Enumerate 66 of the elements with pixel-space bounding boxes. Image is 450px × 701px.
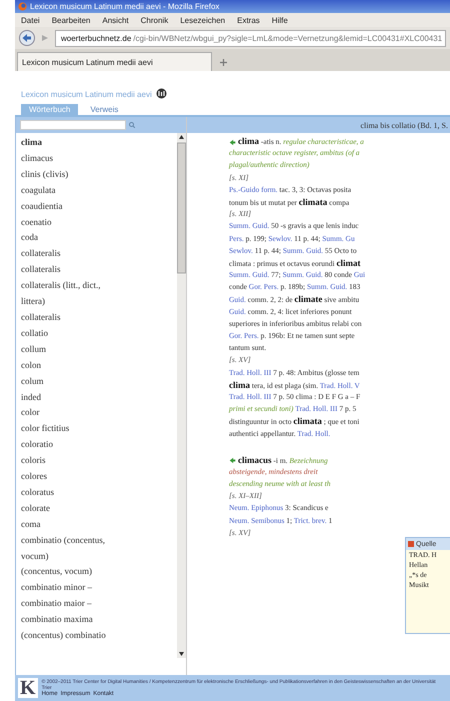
- window-title: Lexicon musicum Latinum medii aevi - Mozilla Firefox: [30, 2, 220, 11]
- lemma-link[interactable]: collateralis: [21, 246, 172, 262]
- lemma-link[interactable]: combinatio (concentus,: [21, 532, 172, 549]
- lemma-link[interactable]: colum: [21, 374, 172, 390]
- arrow-icon: [229, 457, 236, 464]
- lemma-link[interactable]: collatio: [21, 326, 172, 342]
- lemma-link[interactable]: colon: [21, 358, 172, 374]
- headword: climat: [336, 258, 360, 268]
- browser-logo-icon: [18, 2, 27, 11]
- scrollbar-icon[interactable]: [177, 133, 186, 658]
- headword: climata: [298, 196, 328, 207]
- address-field[interactable]: woerterbuchnetz.de /cgi-bin/WBNetz/wbgui_py?sigle=LmL&mode=Vernetzung&lemid=LC00431#XLC00431: [55, 30, 446, 46]
- lemma-link[interactable]: coagulata: [21, 182, 172, 199]
- headword: clima: [238, 136, 259, 146]
- lemma-link[interactable]: inded: [21, 390, 172, 406]
- lemma-link[interactable]: combinatio maior –: [21, 596, 172, 612]
- lemma-link[interactable]: colores: [21, 469, 172, 485]
- headword: climate: [294, 294, 322, 304]
- lemma-link[interactable]: coenatio: [21, 214, 172, 230]
- logo-icon: [156, 88, 167, 99]
- lemma-link[interactable]: coloris: [21, 453, 172, 470]
- lemma-link[interactable]: combinatio maxima: [21, 612, 172, 628]
- menu-item[interactable]: Chronik: [140, 16, 168, 24]
- lemma-link[interactable]: (concentus, vocum): [21, 564, 172, 580]
- headword: climacus: [238, 454, 272, 465]
- menu-item[interactable]: Hilfe: [272, 16, 288, 24]
- lemma-link[interactable]: color fictitius: [21, 421, 172, 438]
- lemma-link[interactable]: combinatio minor –: [21, 580, 172, 596]
- headword: climata: [293, 416, 322, 426]
- lemma-link[interactable]: collateralis (litt., dict.,: [21, 278, 172, 294]
- forward-icon[interactable]: [41, 34, 49, 42]
- tab[interactable]: Verweis: [82, 104, 126, 115]
- lemma-link[interactable]: coloratio: [21, 437, 172, 454]
- footer-logo: K: [18, 678, 38, 698]
- lemma-link[interactable]: coaudientia: [21, 198, 172, 215]
- url-path: /cgi-bin/WBNetz/wbgui_py?sigle=LmL&mode=Vernetzung&lemid=LC00431#XLC00431: [133, 34, 442, 42]
- menu-item[interactable]: Ansicht: [102, 16, 129, 24]
- lemma-link[interactable]: coloratus: [21, 484, 172, 501]
- menu-item[interactable]: Bearbeiten: [52, 16, 90, 24]
- search-icon[interactable]: [129, 122, 135, 128]
- headword: clima: [229, 380, 250, 390]
- lemma-link[interactable]: colorate: [21, 500, 172, 517]
- lemma-link[interactable]: (concentus) combinatio: [21, 628, 172, 644]
- lemma-link[interactable]: littera): [21, 294, 172, 310]
- url-host: woerterbuchnetz.de: [61, 34, 132, 42]
- lemma-link[interactable]: vocum): [21, 548, 172, 564]
- lemma-link[interactable]: collateralis: [21, 310, 172, 326]
- back-icon[interactable]: [19, 30, 35, 46]
- menu-item[interactable]: Lesezeichen: [180, 16, 226, 24]
- lemma-link[interactable]: coma: [21, 516, 172, 533]
- lemma-link[interactable]: collum: [21, 342, 172, 358]
- menu-item[interactable]: Datei: [21, 16, 40, 24]
- menu-item[interactable]: Extras: [237, 16, 260, 24]
- site-title: Lexicon musicum Latinum medii aevi: [21, 90, 152, 99]
- lemma-link[interactable]: climacus: [21, 150, 172, 167]
- lemma-link[interactable]: collateralis: [21, 262, 172, 278]
- search-field[interactable]: [20, 120, 126, 130]
- lemma-link[interactable]: coda: [21, 230, 172, 246]
- lemma-link[interactable]: clinis (clivis): [21, 166, 172, 183]
- browser-tab[interactable]: Lexicon musicum Latinum medii aevi: [17, 52, 212, 71]
- lemma-link[interactable]: clima: [21, 135, 172, 151]
- plus-icon: [220, 58, 227, 66]
- range-label: clima bis collatio (Bd. 1, S.: [360, 120, 448, 130]
- arrow-icon: [229, 138, 236, 146]
- lemma-link[interactable]: color: [21, 405, 172, 422]
- close-icon[interactable]: [408, 541, 414, 547]
